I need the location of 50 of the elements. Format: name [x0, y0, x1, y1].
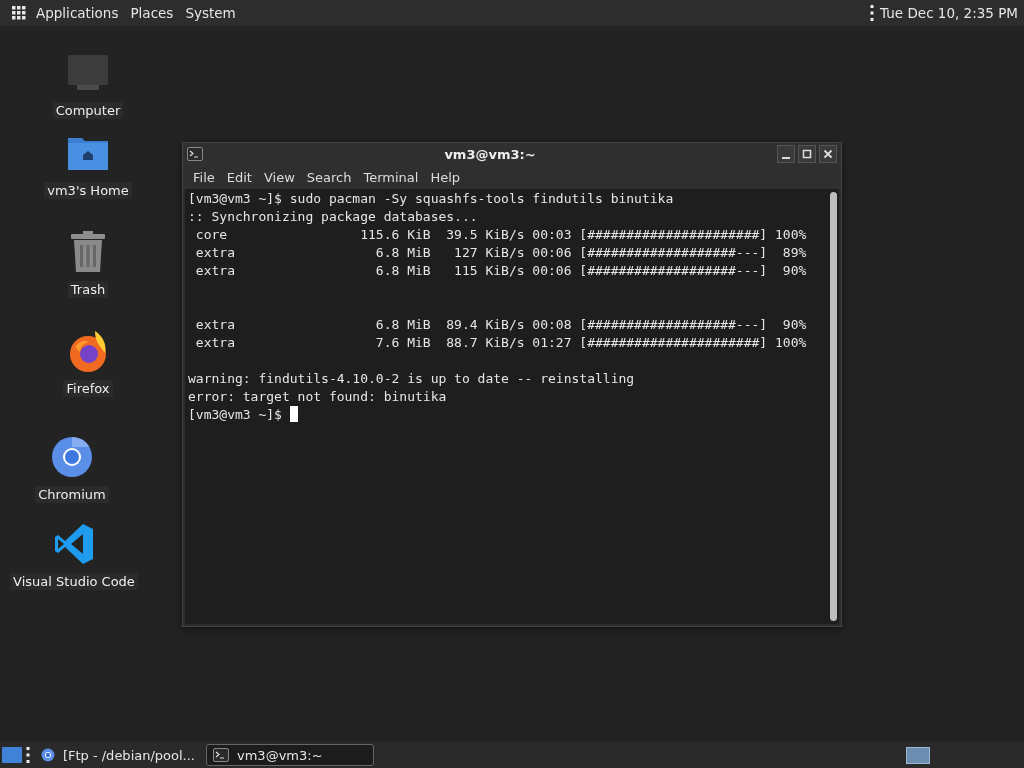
ribbon-logo-icon	[54, 523, 94, 565]
workspace-switcher[interactable]	[906, 746, 930, 764]
taskbar-task[interactable]: vm3@vm3:~	[206, 744, 374, 766]
terminal-line: :: Synchronizing package databases...	[188, 209, 478, 224]
globe-icon	[41, 747, 55, 763]
terminal-line: extra 6.8 MiB 89.4 KiB/s 00:08 [###################---] 90%	[194, 317, 807, 332]
menu-item[interactable]: Terminal	[357, 169, 425, 185]
ring-logo-icon	[52, 437, 92, 477]
menu-item[interactable]: File	[187, 169, 221, 185]
desktop-icon-label[interactable]: vm3's Home	[44, 182, 132, 199]
terminal-line: extra 6.8 MiB 127 KiB/s 00:06 [###################---] 89%	[194, 245, 807, 260]
desktop-icon-label[interactable]: Firefox	[63, 380, 113, 397]
terminal-icon	[187, 147, 203, 161]
taskbar-task[interactable]: [Ftp - /debian/pool...	[34, 744, 202, 766]
scrollbar-thumb[interactable]	[829, 192, 837, 621]
text-cursor	[289, 406, 298, 422]
terminal-line: warning: findutils-4.10.0-2 is up to date -- reinstalling	[188, 371, 635, 386]
desktop-icon-label[interactable]: Computer	[52, 102, 124, 119]
desktop-icon-label[interactable]: Trash	[67, 281, 109, 298]
minimize-icon	[782, 156, 790, 159]
menu-item[interactable]: Help	[424, 169, 467, 185]
menu-item[interactable]: Edit	[220, 169, 258, 185]
close-button[interactable]	[819, 145, 837, 163]
terminal-icon	[213, 748, 229, 762]
clock[interactable]: Tue Dec 10, 2:35 PM	[880, 5, 1018, 21]
desktop-icon-label[interactable]: Visual Studio Code	[10, 573, 138, 590]
show-desktop-icon[interactable]	[2, 746, 22, 764]
panel-menu[interactable]: System	[179, 5, 242, 21]
desktop-icon-label[interactable]: Chromium	[35, 486, 109, 503]
apps-grid-icon[interactable]	[12, 6, 26, 20]
drag-handle-icon[interactable]	[26, 747, 30, 763]
menu-item[interactable]: Search	[300, 169, 358, 185]
minimize-button[interactable]	[777, 145, 795, 163]
terminal-line: error: target not found: binutika	[188, 389, 447, 404]
maximize-icon	[802, 149, 812, 159]
trash-icon	[70, 231, 106, 273]
monitor-icon	[67, 54, 109, 92]
terminal-line: [vm3@vm3 ~]$ sudo pacman -Sy squashfs-tools findutils binutika	[188, 191, 674, 206]
terminal-line: core 115.6 KiB 39.5 KiB/s 00:03 [######################] 100%	[194, 227, 807, 242]
panel-menu[interactable]: Applications	[30, 5, 125, 21]
panel-menu[interactable]: Places	[124, 5, 180, 21]
window-title: vm3@vm3:~	[443, 146, 537, 162]
maximize-button[interactable]	[798, 145, 816, 163]
terminal-line: extra 6.8 MiB 115 KiB/s 00:06 [###################---] 90%	[194, 263, 807, 278]
terminal-prompt: [vm3@vm3 ~]$	[188, 407, 282, 422]
close-icon	[823, 149, 833, 159]
terminal-line: extra 7.6 MiB 88.7 KiB/s 01:27 [######################] 100%	[194, 335, 807, 350]
fox-globe-icon	[67, 329, 109, 373]
vertical-dots-icon[interactable]	[870, 5, 875, 21]
menu-item[interactable]: View	[257, 169, 301, 185]
